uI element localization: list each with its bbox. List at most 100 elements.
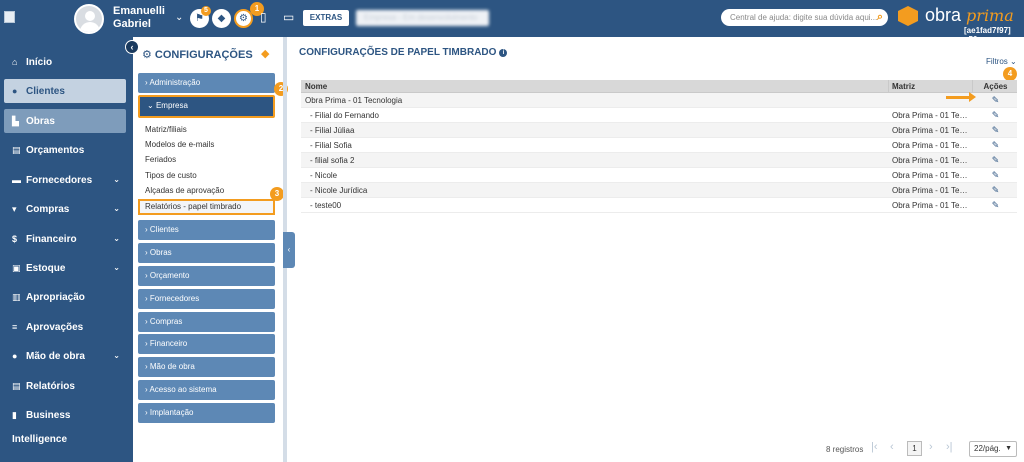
last-page-icon[interactable]: ›| [946,441,953,453]
table-row: - Filial do Fernando Obra Prima - 01 Tecn… [301,108,1017,123]
table-row: Obra Prima - 01 Tecnologia ✎ [301,93,1017,108]
pencil-icon: ✎ [991,200,1000,210]
gear-icon: ⚙ [142,49,152,61]
page-size-select[interactable]: 22/pág. ▼ [969,441,1017,457]
chevron-down-icon: ⌄ [113,263,120,272]
workers-icon: ● [12,351,18,361]
category-obras[interactable]: › Obras [138,243,275,263]
collapse-sidebar-button[interactable]: ‹ [125,40,139,54]
table-row: - Filial Sofia Obra Prima - 01 Tecnologia… [301,138,1017,153]
cell-matriz: Obra Prima - 01 Tecnologia [892,141,968,150]
table-row: - Filial Júliaa Obra Prima - 01 Tecnologi… [301,123,1017,138]
edit-button[interactable]: ✎ [974,138,1017,153]
mobile-icon[interactable]: ▯ [260,10,267,24]
chevron-down-icon[interactable]: ⌄ [175,12,183,23]
letterhead-table: Nome Matriz Ações Obra Prima - 01 Tecnol… [301,80,1017,213]
broken-image-icon [4,11,15,23]
subitem-alcadas-aprovacao[interactable]: Alçadas de aprovação [145,186,224,195]
pencil-icon: ✎ [991,140,1000,150]
dollar-icon: $ [12,234,18,244]
sidebar-item-business-intelligence[interactable]: ▮ Business Intelligence [4,403,126,445]
first-page-icon[interactable]: |‹ [871,441,878,453]
cell-matriz: Obra Prima - 01 Tecnologia [892,201,968,210]
search-icon[interactable]: ⌕ [877,9,883,26]
cell-nome: - teste00 [310,201,342,210]
edit-button[interactable]: ✎ [974,198,1017,213]
category-administracao[interactable]: › Administração [138,73,275,93]
subitem-feriados[interactable]: Feriados [145,155,176,164]
next-page-icon[interactable]: › [929,441,933,453]
sidebar-item-estoque[interactable]: ▣ Estoque ⌄ [4,256,126,280]
category-implantacao[interactable]: › Implantação [138,403,275,423]
user-name[interactable]: Emanuelli Gabriel [113,5,165,31]
sidebar-item-financeiro[interactable]: $ Financeiro ⌄ [4,227,126,251]
table-row: - Nicole Jurídica Obra Prima - 01 Tecnolo… [301,183,1017,198]
user-icon: ● [12,86,18,96]
info-icon[interactable]: i [499,49,508,57]
cell-nome: - Filial Júliaa [310,126,355,135]
category-empresa[interactable]: ⌄ Empresa [138,95,275,118]
subitem-matriz-filiais[interactable]: Matriz/filiais [145,125,187,134]
monitor-icon[interactable]: ▭ [283,10,294,24]
graduation-cap-icon[interactable]: ◆ [212,9,231,28]
sidebar-item-clientes[interactable]: ● Clientes [4,79,126,103]
column-header-matriz[interactable]: Matriz [892,80,968,93]
graduation-cap-icon[interactable]: ◆ [261,47,269,60]
category-financeiro[interactable]: › Financeiro [138,334,275,354]
edit-button[interactable]: ✎ [974,168,1017,183]
sidebar-item-orcamentos[interactable]: ▤ Orçamentos [4,138,126,162]
cell-nome: - Nicole Jurídica [310,186,368,195]
home-icon: ⌂ [12,57,18,67]
category-mao-de-obra[interactable]: › Mão de obra [138,357,275,377]
column-header-nome[interactable]: Nome [305,80,327,93]
edit-button[interactable]: ✎ [974,123,1017,138]
sidebar-item-fornecedores[interactable]: ▬ Fornecedores ⌄ [4,168,126,192]
chevron-down-icon: ▼ [1005,445,1012,452]
sidebar-item-obras[interactable]: ▙ Obras [4,109,126,133]
subitem-tipos-custo[interactable]: Tipos de custo [145,171,197,180]
cell-nome: - Filial Sofia [310,141,352,150]
company-selector[interactable]: Empresa - Em desenvolvimento [356,10,489,26]
column-header-acoes: Ações [983,82,1008,91]
chevron-down-icon: ⌄ [113,204,120,213]
collapse-panel-button[interactable]: ‹ [283,232,295,268]
bar-chart-icon: ▮ [12,410,17,420]
report-icon: ▤ [12,381,21,391]
top-bar: Emanuelli Gabriel ⌄ ⚑ 5 ◆ ⚙ 1 ▯ ▭ EXTRAS… [0,0,1024,44]
prev-page-icon[interactable]: ‹ [890,441,894,453]
category-compras[interactable]: › Compras [138,312,275,332]
edit-button[interactable]: ✎ [974,183,1017,198]
edit-button[interactable]: ✎ [974,108,1017,123]
sidebar-item-compras[interactable]: ▾ Compras ⌄ [4,197,126,221]
avatar[interactable] [74,4,104,34]
chevron-down-icon: ⌄ [113,175,120,184]
cell-nome: Obra Prima - 01 Tecnologia [305,96,403,105]
category-acesso-sistema[interactable]: › Acesso ao sistema [138,380,275,400]
filters-toggle[interactable]: Filtros ⌄ [986,57,1017,66]
extras-button[interactable]: EXTRAS [303,10,349,26]
document-icon: ▤ [12,145,21,155]
category-orcamento[interactable]: › Orçamento [138,266,275,286]
sidebar-item-mao-de-obra[interactable]: ● Mão de obra ⌄ [4,344,126,368]
arrow-pointer [946,92,976,102]
current-page[interactable]: 1 [907,441,922,456]
sidebar-item-relatorios[interactable]: ▤ Relatórios [4,374,126,398]
cell-nome: - Nicole [310,171,338,180]
cell-matriz: Obra Prima - 01 Tecnologia [892,156,968,165]
sidebar-item-aprovacoes[interactable]: ≡ Aprovações [4,315,126,339]
pencil-icon: ✎ [991,170,1000,180]
sidebar-item-inicio[interactable]: ⌂ Início [4,50,126,74]
sidebar-item-apropriacao[interactable]: ▥ Apropriação [4,285,126,309]
cart-icon: ▾ [12,204,17,214]
category-clientes[interactable]: › Clientes [138,220,275,240]
pencil-icon: ✎ [991,110,1000,120]
cell-nome: - Filial do Fernando [310,111,379,120]
help-search-input[interactable]: Central de ajuda: digite sua dúvida aqui… [721,9,888,26]
subitem-relatorios-papel-timbrado[interactable]: Relatórios - papel timbrado [138,199,275,215]
category-fornecedores[interactable]: › Fornecedores [138,289,275,309]
cell-matriz: Obra Prima - 01 Tecnologia [892,111,968,120]
edit-button[interactable]: ✎ [974,93,1017,108]
subitem-modelos-emails[interactable]: Modelos de e-mails [145,140,214,149]
edit-button[interactable]: ✎ [974,153,1017,168]
check-list-icon: ≡ [12,322,18,332]
